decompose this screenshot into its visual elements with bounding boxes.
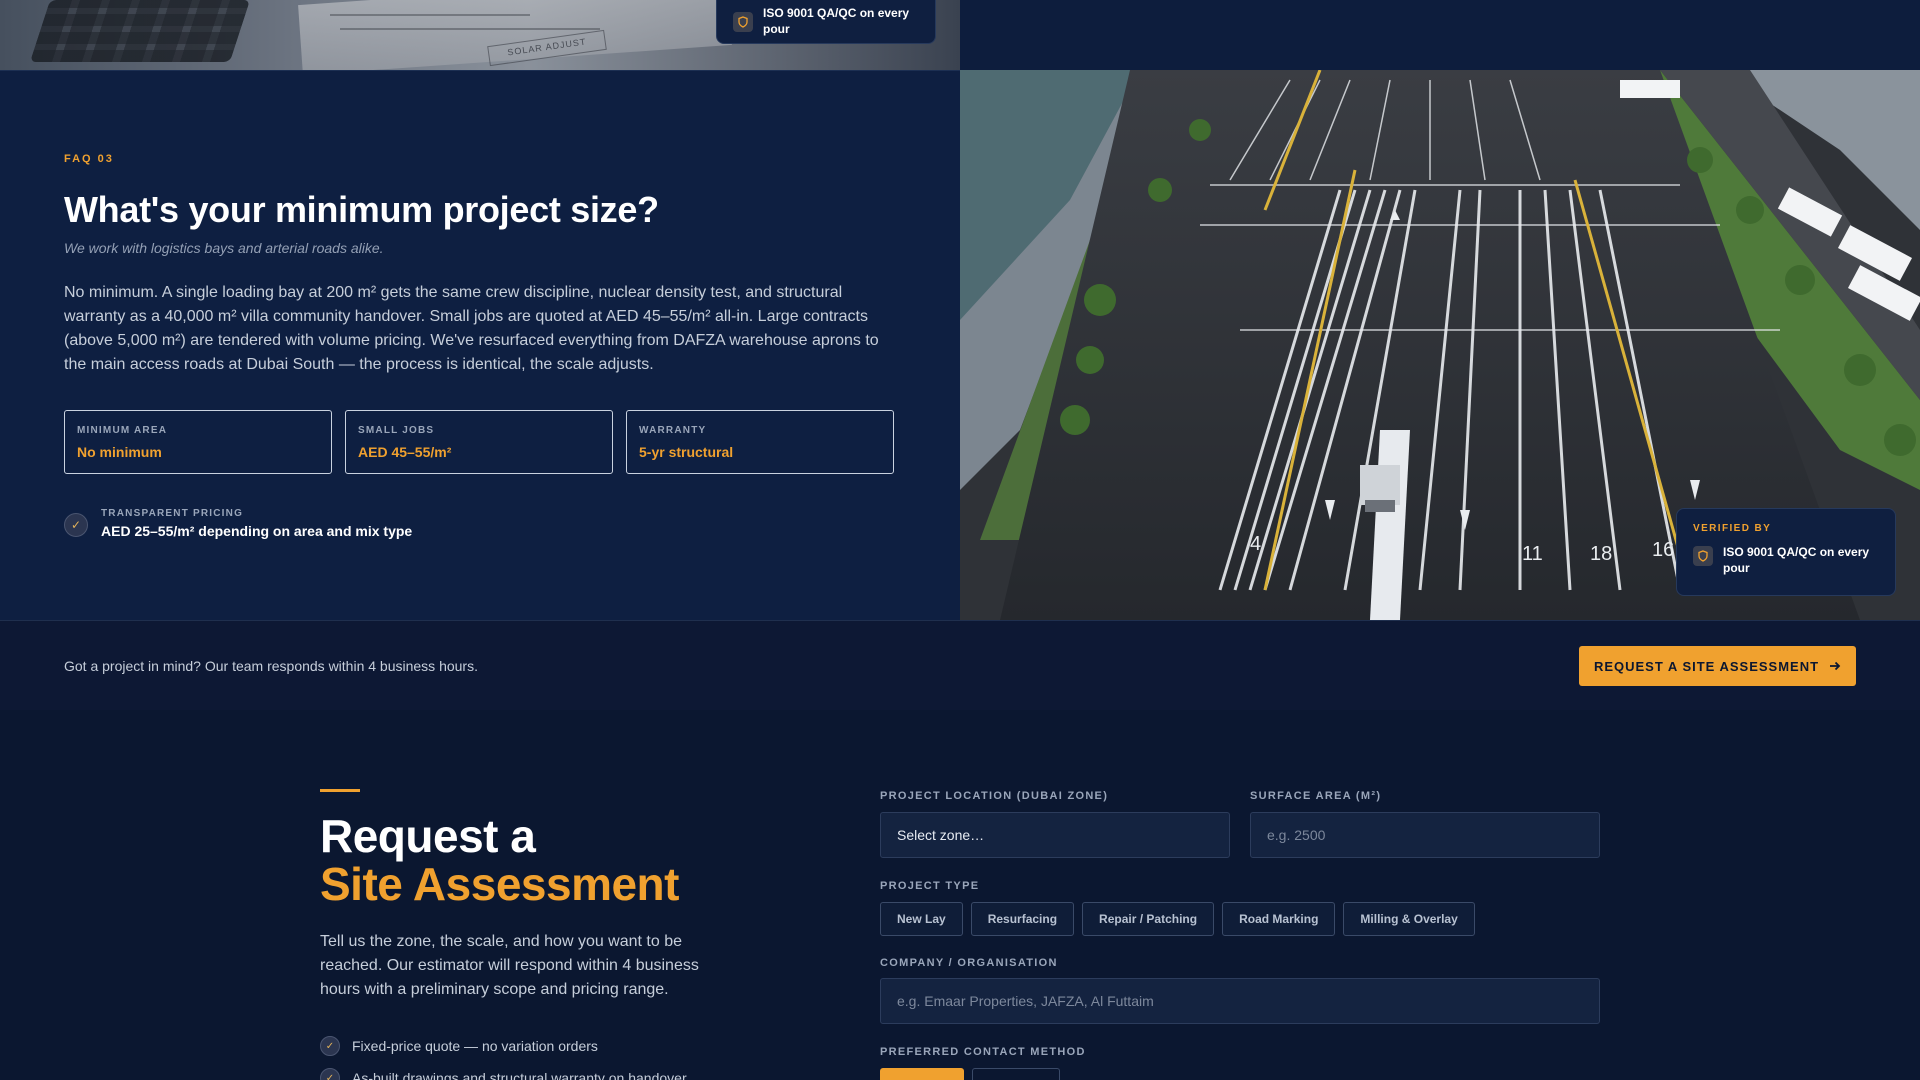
request-title-line2: Site Assessment bbox=[320, 858, 679, 910]
type-chip-road-marking[interactable]: Road Marking bbox=[1222, 902, 1336, 936]
paper-line bbox=[330, 14, 530, 16]
stat-card-small-jobs: SMALL JOBS AED 45–55/m² bbox=[345, 410, 613, 474]
area-label: SURFACE AREA (M²) bbox=[1250, 790, 1382, 802]
stat-label: SMALL JOBS bbox=[358, 425, 435, 436]
bay-number: 16 bbox=[1652, 539, 1674, 561]
location-select[interactable]: Select zone… bbox=[880, 812, 1230, 858]
check-icon: ✓ bbox=[64, 513, 88, 537]
faq-body: No minimum. A single loading bay at 200 … bbox=[64, 284, 879, 373]
type-chip-milling[interactable]: Milling & Overlay bbox=[1343, 902, 1475, 936]
bay-number: 4 bbox=[1250, 533, 1261, 555]
paper-line bbox=[340, 28, 600, 30]
list-item: ✓ As-built drawings and structural warra… bbox=[320, 1068, 687, 1080]
stat-label: WARRANTY bbox=[639, 425, 707, 436]
faq-title: What's your minimum project size? bbox=[64, 189, 659, 230]
stat-value: 5-yr structural bbox=[639, 444, 734, 460]
stat-card-warranty: WARRANTY 5-yr structural bbox=[626, 410, 894, 474]
type-chip-repair[interactable]: Repair / Patching bbox=[1082, 902, 1215, 936]
contact-option-selected[interactable] bbox=[880, 1068, 964, 1080]
top-badge-text: ISO 9001 QA/QC on every pour bbox=[763, 6, 910, 36]
cta-button-label: REQUEST A SITE ASSESSMENT bbox=[1593, 658, 1820, 674]
contact-option[interactable] bbox=[972, 1068, 1060, 1080]
check-icon: ✓ bbox=[320, 1068, 340, 1080]
list-item-text: Fixed-price quote — no variation orders bbox=[352, 1038, 598, 1054]
shield-icon bbox=[733, 12, 753, 32]
bay-number: 18 bbox=[1590, 543, 1612, 565]
cta-bar: Got a project in mind? Our team responds… bbox=[0, 620, 1920, 710]
pricing-note: ✓ TRANSPARENT PRICING AED 25–55/m² depen… bbox=[64, 508, 412, 539]
verified-badge: VERIFIED BY ISO 9001 QA/QC on every pour bbox=[1676, 508, 1896, 596]
bay-number: 11 bbox=[1522, 543, 1543, 565]
contact-method-options bbox=[880, 1068, 1060, 1080]
faq-kicker: FAQ 03 bbox=[64, 153, 114, 165]
faq-section: FAQ 03 What's your minimum project size?… bbox=[0, 70, 960, 620]
request-checklist: ✓ Fixed-price quote — no variation order… bbox=[320, 1036, 687, 1080]
stat-value: AED 45–55/m² bbox=[358, 444, 452, 460]
project-type-options: New Lay Resurfacing Repair / Patching Ro… bbox=[880, 902, 1475, 936]
check-icon: ✓ bbox=[320, 1036, 340, 1056]
company-input[interactable]: e.g. Emaar Properties, JAFZA, Al Futtaim bbox=[880, 978, 1600, 1024]
stat-card-minimum-area: MINIMUM AREA No minimum bbox=[64, 410, 332, 474]
stat-label: MINIMUM AREA bbox=[77, 425, 168, 436]
request-title-line1: Request a bbox=[320, 810, 536, 862]
pricing-label: TRANSPARENT PRICING bbox=[101, 508, 244, 519]
cta-text: Got a project in mind? Our team responds… bbox=[64, 658, 478, 674]
list-item: ✓ Fixed-price quote — no variation order… bbox=[320, 1036, 687, 1056]
top-strip: SOLAR ADJUST ISO 9001 QA/QC on every pou… bbox=[0, 0, 1920, 70]
area-input[interactable]: e.g. 2500 bbox=[1250, 812, 1600, 858]
project-type-label: PROJECT TYPE bbox=[880, 880, 980, 892]
faq-subtitle: We work with logistics bays and arterial… bbox=[64, 240, 384, 256]
stat-value: No minimum bbox=[77, 444, 162, 460]
request-title: Request a Site Assessment bbox=[320, 812, 679, 908]
type-chip-new-lay[interactable]: New Lay bbox=[880, 902, 963, 936]
verified-text: ISO 9001 QA/QC on every pour bbox=[1723, 545, 1870, 575]
location-label: PROJECT LOCATION (DUBAI ZONE) bbox=[880, 790, 1109, 802]
request-section: Request a Site Assessment Tell us the zo… bbox=[0, 710, 1920, 1080]
pricing-value: AED 25–55/m² depending on area and mix t… bbox=[101, 523, 413, 539]
request-description: Tell us the zone, the scale, and how you… bbox=[320, 933, 699, 998]
contact-method-label: PREFERRED CONTACT METHOD bbox=[880, 1046, 1086, 1058]
verified-label: VERIFIED BY bbox=[1693, 523, 1772, 534]
accent-line bbox=[320, 789, 360, 792]
calculator-keys bbox=[29, 0, 251, 62]
shield-icon bbox=[1693, 546, 1713, 566]
arrow-right-icon bbox=[1829, 659, 1841, 674]
list-item-text: As-built drawings and structural warrant… bbox=[352, 1070, 687, 1080]
request-assessment-button[interactable]: REQUEST A SITE ASSESSMENT bbox=[1579, 646, 1856, 686]
faq-stats: MINIMUM AREA No minimum SMALL JOBS AED 4… bbox=[64, 410, 894, 474]
type-chip-resurfacing[interactable]: Resurfacing bbox=[970, 902, 1075, 936]
top-verified-badge: ISO 9001 QA/QC on every pour bbox=[716, 0, 936, 44]
company-label: COMPANY / ORGANISATION bbox=[880, 957, 1058, 969]
